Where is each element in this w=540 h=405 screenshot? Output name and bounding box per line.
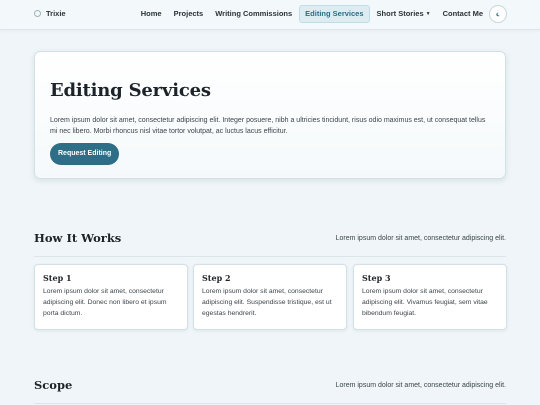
nav-item-editing-services[interactable]: Editing Services (299, 5, 370, 23)
step-text: Lorem ipsum dolor sit amet, consectetur … (43, 288, 167, 317)
nav-item-short-stories-label: Short Stories (376, 9, 424, 18)
step-card: Step 2 Lorem ipsum dolor sit amet, conse… (193, 264, 347, 330)
brand-link[interactable]: Trixie (34, 9, 66, 18)
nav-item-home[interactable]: Home (136, 5, 167, 23)
step-title: Step 1 (43, 273, 72, 283)
how-it-works-subtitle: Lorem ipsum dolor sit amet, consectetur … (335, 235, 506, 242)
hero-card: Editing Services Lorem ipsum dolor sit a… (34, 51, 506, 179)
page-title: Editing Services (50, 80, 211, 101)
section-divider (34, 256, 506, 257)
theme-toggle-button[interactable] (489, 5, 507, 23)
top-navbar: Trixie Home Projects Writing Commissions… (0, 0, 540, 30)
nav-item-short-stories[interactable]: Short Stories ▼ (372, 5, 436, 23)
main-nav: Home Projects Writing Commissions Editin… (134, 5, 488, 23)
step-text: Lorem ipsum dolor sit amet, consectetur … (202, 288, 332, 317)
scope-heading: Scope (34, 378, 73, 392)
nav-item-projects[interactable]: Projects (169, 5, 209, 23)
nav-item-contact-me[interactable]: Contact Me (438, 5, 488, 23)
scope-subtitle: Lorem ipsum dolor sit amet, consectetur … (335, 382, 506, 389)
nav-item-writing-commissions[interactable]: Writing Commissions (210, 5, 297, 23)
moon-icon (496, 12, 500, 16)
hero-description: Lorem ipsum dolor sit amet, consectetur … (50, 117, 486, 135)
step-card: Step 1 Lorem ipsum dolor sit amet, conse… (34, 264, 188, 330)
step-text: Lorem ipsum dolor sit amet, consectetur … (362, 288, 488, 317)
chevron-down-icon: ▼ (425, 11, 431, 17)
step-title: Step 3 (362, 273, 391, 283)
section-divider (34, 403, 506, 404)
brand-logo-icon (34, 10, 41, 17)
how-it-works-heading: How It Works (34, 231, 122, 245)
step-title: Step 2 (202, 273, 231, 283)
brand-name: Trixie (46, 9, 66, 18)
request-editing-button[interactable]: Request Editing (50, 143, 120, 165)
step-card: Step 3 Lorem ipsum dolor sit amet, conse… (353, 264, 507, 330)
